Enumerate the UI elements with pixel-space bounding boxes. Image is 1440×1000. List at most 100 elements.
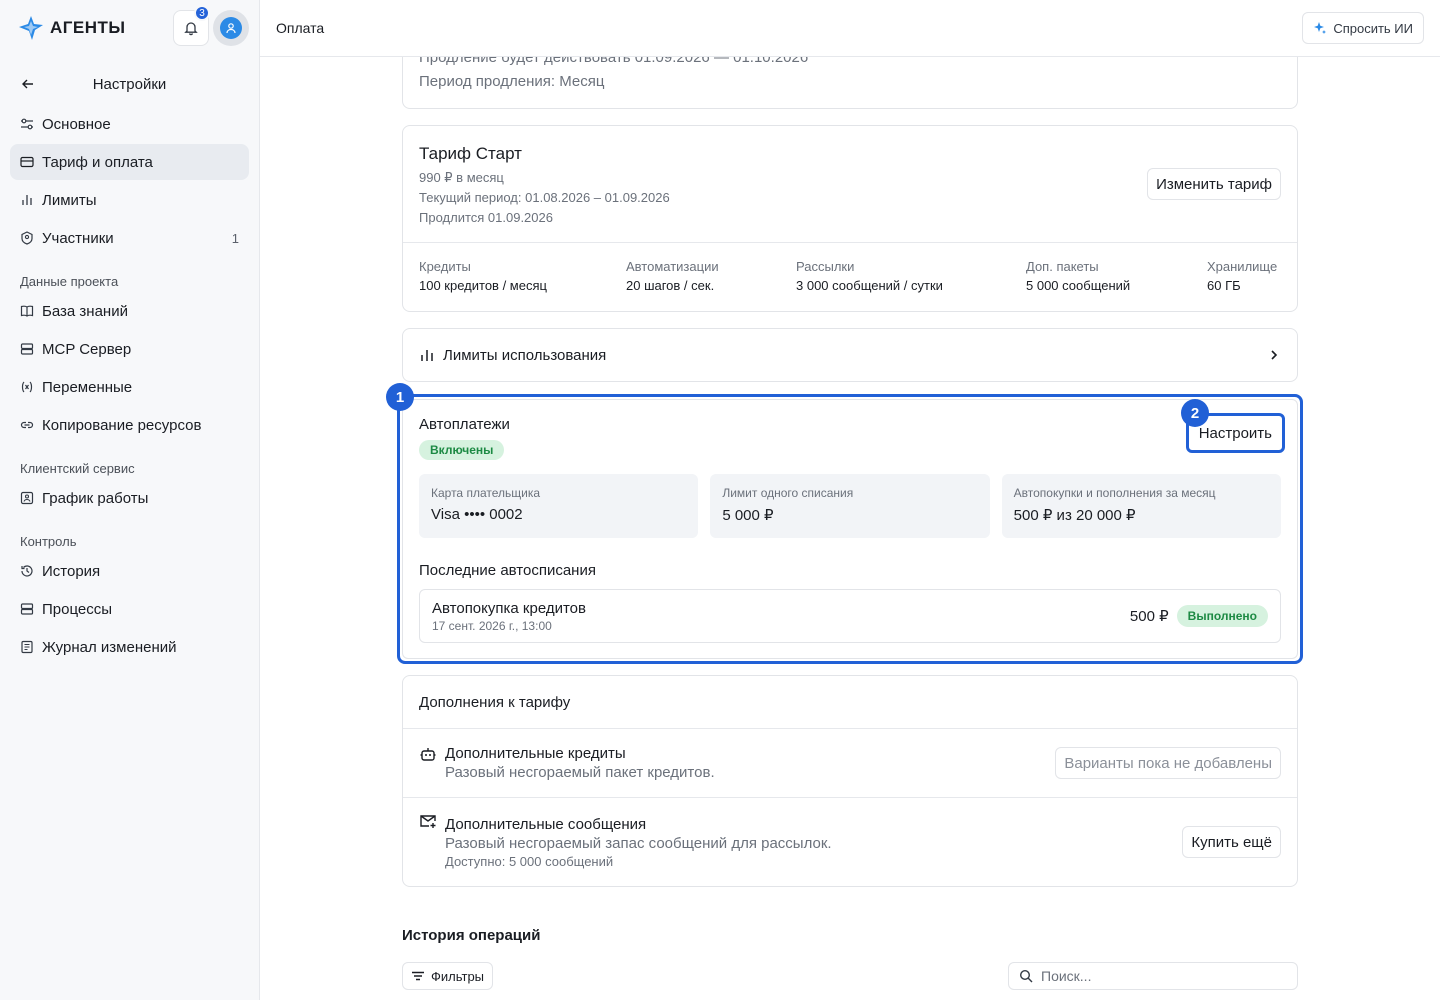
chevron-right-icon: [1271, 350, 1278, 360]
book-icon: [20, 305, 34, 317]
sidebar-top: АГЕНТЫ 3: [0, 0, 259, 56]
history-title: История операций: [402, 927, 541, 944]
sidebar-item-label: Процессы: [42, 600, 113, 618]
list-item: Автопокупка кредитов 17 сент. 2026 г., 1…: [419, 589, 1281, 643]
change-plan-button[interactable]: Изменить тариф: [1147, 168, 1281, 200]
no-options-button[interactable]: Варианты пока не добавлены: [1055, 747, 1281, 779]
renewal-card: Продление будет действовать 01.09.2026 —…: [402, 57, 1298, 109]
sidebar-item-members[interactable]: Участники 1: [10, 220, 249, 256]
sidebar-item-history[interactable]: История: [10, 553, 249, 589]
renewal-period: Продление будет действовать 01.09.2026 —…: [419, 57, 809, 66]
autopay-title: Автоплатежи: [419, 416, 510, 433]
stat-value: 5 000 сообщений: [1026, 278, 1131, 293]
sidebar-item-knowledge-base[interactable]: База знаний: [10, 293, 249, 329]
ask-ai-label: Спросить ИИ: [1333, 20, 1413, 36]
card-icon: [20, 156, 34, 168]
sliders-icon: [21, 118, 33, 130]
stat-mailings: Рассылки 3 000 сообщений / сутки: [796, 259, 1026, 293]
filters-label: Фильтры: [431, 968, 485, 984]
notifications-button[interactable]: 3: [173, 5, 210, 46]
avatar[interactable]: [213, 10, 249, 46]
status-badge: Выполнено: [1176, 605, 1268, 627]
stat-value: 20 шагов / сек.: [626, 278, 715, 293]
addon-desc: Разовый несгораемый запас сообщений для …: [445, 834, 832, 852]
mail-plus-icon: [420, 815, 436, 828]
logo[interactable]: АГЕНТЫ: [18, 15, 169, 41]
addon-desc: Разовый несгораемый пакет кредитов.: [445, 764, 715, 781]
charge-amount: 500 ₽: [1129, 608, 1169, 625]
addon-messages: Дополнительные сообщения Разовый несгора…: [403, 798, 1297, 886]
monthly-autopay-label: Автопокупки и пополнения за месяц: [1013, 486, 1216, 500]
sidebar-item-general[interactable]: Основное: [10, 106, 249, 142]
payer-card-box: Карта плательщика Visa •••• 0002: [419, 474, 699, 538]
history-toolbar: Фильтры: [402, 962, 1298, 990]
search-input[interactable]: [1041, 968, 1287, 984]
payer-card-value: Visa •••• 0002: [431, 506, 523, 523]
user-icon: [226, 23, 236, 34]
autopay-card: Автоплатежи Включены Настроить Карта пла…: [402, 399, 1298, 659]
stat-value: 100 кредитов / месяц: [419, 278, 547, 293]
sidebar-item-label: База знаний: [42, 302, 128, 320]
section-project-data: Данные проекта: [20, 274, 119, 289]
members-count: 1: [231, 230, 239, 246]
stat-label: Кредиты: [419, 259, 471, 274]
sidebar-item-limits[interactable]: Лимиты: [10, 182, 249, 218]
stat-label: Хранилище: [1207, 259, 1278, 274]
stat-label: Рассылки: [796, 259, 855, 274]
sidebar-item-label: Переменные: [42, 378, 133, 396]
buy-more-button[interactable]: Купить ещё: [1182, 826, 1281, 858]
sidebar-item-variables[interactable]: Переменные: [10, 369, 249, 405]
ask-ai-button[interactable]: Спросить ИИ: [1302, 12, 1424, 44]
sidebar-item-billing[interactable]: Тариф и оплата: [10, 144, 249, 180]
addons-title: Дополнения к тарифу: [403, 676, 1297, 729]
link-icon: [20, 421, 34, 429]
autopay-status-badge: Включены: [419, 440, 505, 460]
nav-group-client: График работы: [0, 480, 259, 516]
charge-limit-value: 5 000 ₽: [722, 507, 774, 524]
sidebar-item-mcp-server[interactable]: MCP Сервер: [10, 331, 249, 367]
addon-available: Доступно: 5 000 сообщений: [445, 853, 614, 869]
charge-limit-label: Лимит одного списания: [722, 486, 854, 500]
stat-value: 3 000 сообщений / сутки: [796, 278, 943, 293]
sidebar-item-processes[interactable]: Процессы: [10, 591, 249, 627]
filters-button[interactable]: Фильтры: [402, 962, 494, 990]
addon-name: Дополнительные кредиты: [445, 745, 626, 762]
sidebar-item-resource-copy[interactable]: Копирование ресурсов: [10, 407, 249, 443]
sidebar-item-label: Копирование ресурсов: [42, 416, 202, 434]
sidebar-item-changelog[interactable]: Журнал изменений: [10, 629, 249, 665]
charge-date: 17 сент. 2026 г., 13:00: [432, 618, 552, 633]
payer-card-label: Карта плательщика: [431, 486, 541, 500]
plan-name: Тариф Старт: [419, 144, 522, 163]
bot-icon: [420, 748, 436, 761]
sidebar-item-label: История: [42, 562, 101, 580]
app-name: АГЕНТЫ: [50, 18, 126, 37]
stat-extra-packages: Доп. пакеты 5 000 сообщений: [1026, 259, 1207, 293]
sidebar-item-schedule[interactable]: График работы: [10, 480, 249, 516]
top-header: Оплата Спросить ИИ: [260, 0, 1440, 57]
page-title: Оплата: [276, 20, 325, 36]
section-control: Контроль: [20, 534, 77, 549]
sidebar-item-label: Журнал изменений: [42, 638, 177, 656]
search-box: [1008, 962, 1298, 990]
bar-chart-icon: [22, 195, 32, 205]
arrow-left-icon[interactable]: [20, 76, 36, 92]
settings-back-row: Настройки: [0, 64, 259, 104]
autopay-highlight: Автоплатежи Включены Настроить Карта пла…: [386, 383, 1303, 664]
logo-icon: [19, 16, 43, 40]
settings-title: Настройки: [92, 75, 167, 93]
main-content: Продление будет действовать 01.09.2026 —…: [260, 57, 1440, 1000]
search-icon: [1019, 969, 1033, 983]
sidebar-item-label: MCP Сервер: [42, 340, 132, 358]
log-icon: [21, 640, 33, 654]
monthly-autopay-box: Автопокупки и пополнения за месяц 500 ₽ …: [1001, 474, 1281, 538]
monthly-autopay-value: 500 ₽ из 20 000 ₽: [1013, 507, 1136, 524]
stat-label: Доп. пакеты: [1026, 259, 1099, 274]
sidebar-item-label: Участники: [42, 229, 114, 247]
recent-charges-title: Последние автосписания: [419, 562, 596, 579]
sidebar: АГЕНТЫ 3 Настройки Основное Тариф и опла…: [0, 0, 260, 1000]
usage-limits-row[interactable]: Лимиты использования: [402, 328, 1298, 382]
bell-icon: [184, 22, 198, 36]
annotation-badge-1: 1: [386, 383, 414, 411]
stat-value: 60 ГБ: [1207, 278, 1241, 293]
plan-card: Тариф Старт 990 ₽ в месяц Текущий период…: [402, 125, 1298, 312]
